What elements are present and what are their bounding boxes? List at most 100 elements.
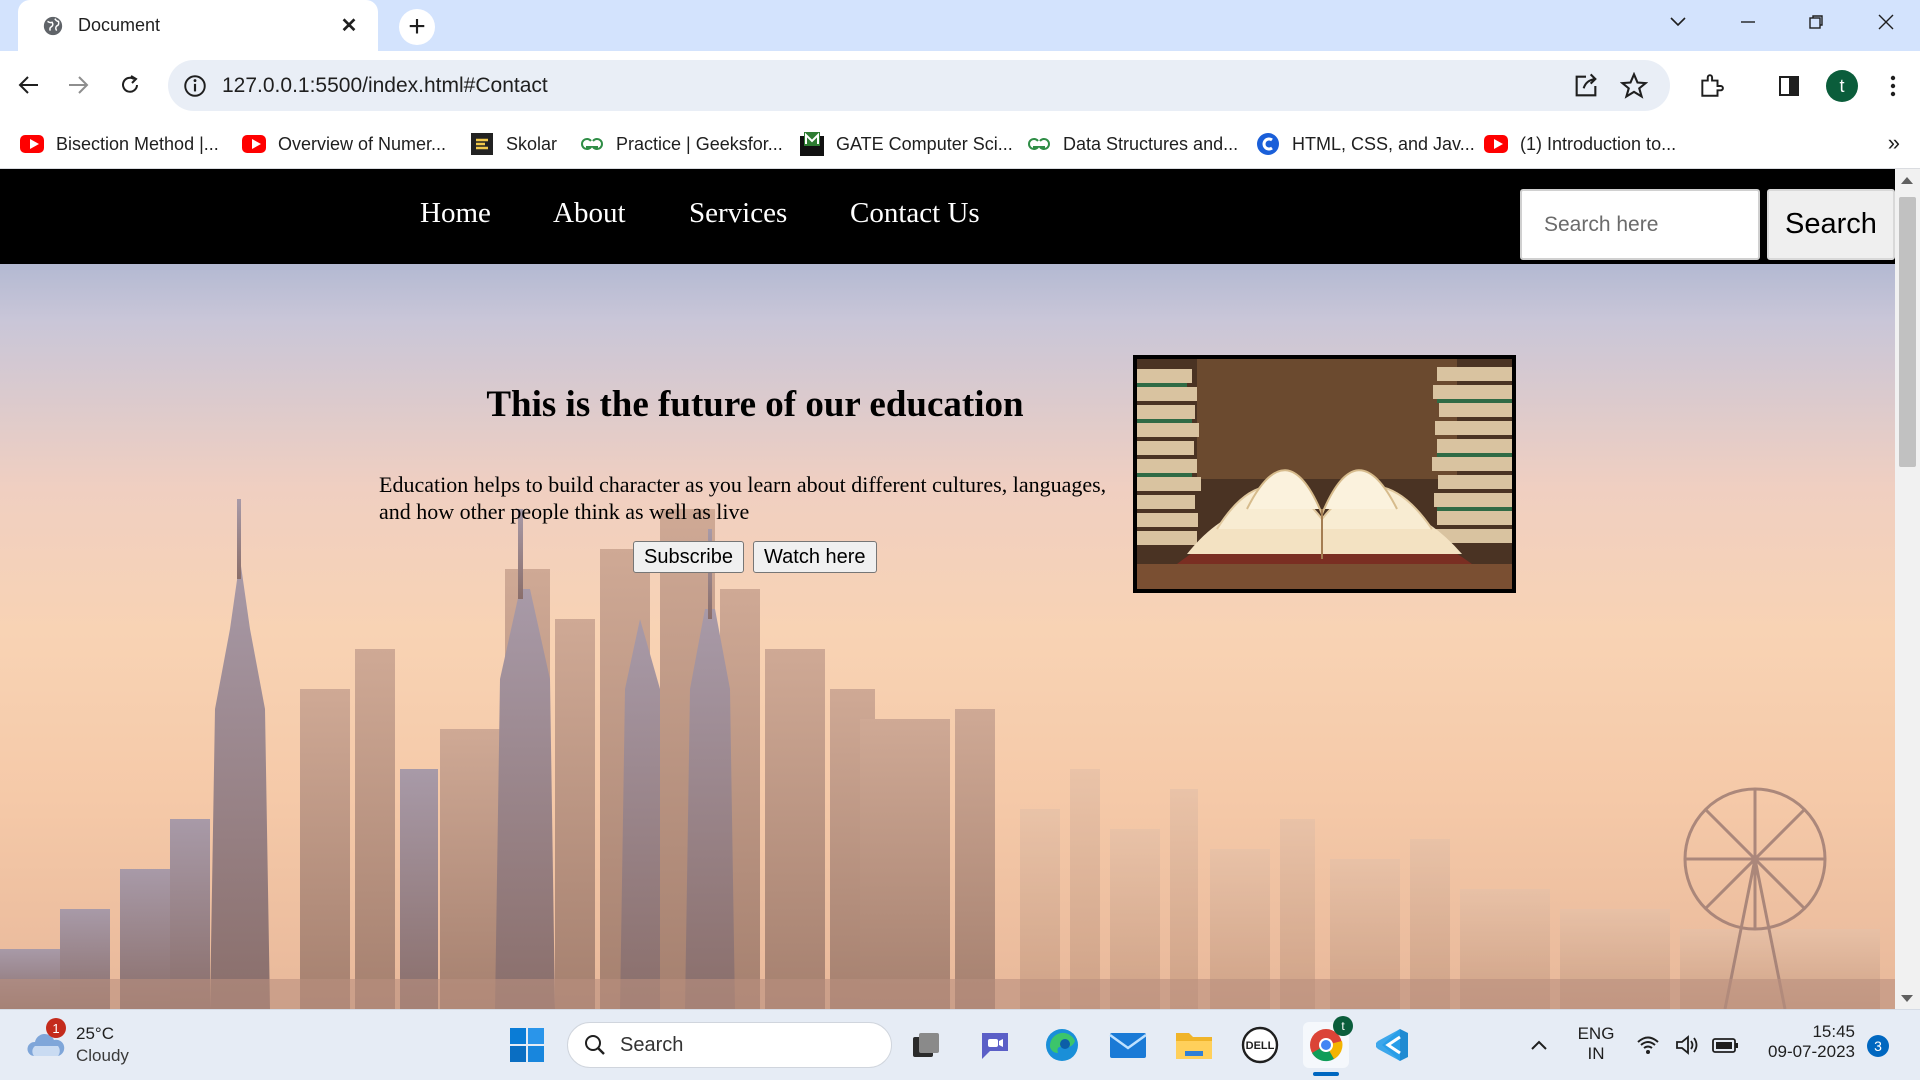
bookmark-item[interactable]: HTML, CSS, and Jav...: [1256, 130, 1475, 158]
close-window-icon[interactable]: [1856, 0, 1916, 44]
bookmark-label: GATE Computer Sci...: [836, 133, 1013, 154]
active-app-indicator: [1313, 1072, 1339, 1076]
language-indicator[interactable]: ENG IN: [1572, 1024, 1620, 1064]
c-icon: [1256, 133, 1280, 155]
close-tab-icon[interactable]: ✕: [336, 13, 362, 38]
bookmark-item[interactable]: Data Structures and...: [1027, 130, 1238, 158]
temperature-text: 25°C: [76, 1024, 114, 1043]
new-tab-button[interactable]: +: [399, 9, 435, 45]
youtube-icon: [20, 133, 44, 155]
books-image: [1133, 355, 1516, 593]
geeksforgeeks-icon: [580, 133, 604, 155]
vscode-icon[interactable]: [1369, 1022, 1415, 1068]
show-hidden-icons-icon[interactable]: [1516, 1022, 1562, 1068]
region-text: IN: [1587, 1044, 1605, 1063]
site-search-input[interactable]: [1520, 189, 1760, 260]
windows-taskbar: 1 25°C Cloudy Search DELL t ENG IN 15:45…: [0, 1009, 1920, 1080]
time-text: 15:45: [1812, 1022, 1855, 1041]
hero-headline: This is the future of our education: [486, 384, 1024, 425]
bookmark-item[interactable]: Skolar: [470, 130, 557, 158]
scroll-up-icon[interactable]: [1901, 177, 1913, 184]
battery-icon[interactable]: [1708, 1022, 1744, 1068]
weather-widget[interactable]: 1 25°C Cloudy: [26, 1018, 176, 1068]
back-icon[interactable]: [9, 65, 49, 105]
mail-icon[interactable]: [1105, 1022, 1151, 1068]
weather-condition-text: Cloudy: [76, 1046, 129, 1065]
nav-services-link[interactable]: Services: [689, 197, 787, 230]
bookmark-item[interactable]: Overview of Numer...: [242, 130, 446, 158]
language-text: ENG: [1577, 1024, 1615, 1043]
file-explorer-icon[interactable]: [1171, 1022, 1217, 1068]
site-search-button[interactable]: Search: [1767, 189, 1895, 260]
tab-search-icon[interactable]: [1648, 0, 1708, 44]
youtube-icon: [1484, 133, 1508, 155]
bookmark-label: Overview of Numer...: [278, 133, 447, 154]
bookmark-label: Skolar: [506, 133, 558, 154]
page-viewport: Home About Services Contact Us Search Th…: [0, 169, 1920, 1009]
bookmark-label: Bisection Method |...: [56, 133, 219, 154]
scroll-thumb[interactable]: [1899, 197, 1916, 467]
bookmark-item[interactable]: Bisection Method |...: [20, 130, 219, 158]
nav-home-link[interactable]: Home: [420, 197, 491, 230]
nav-contact-link[interactable]: Contact Us: [850, 197, 980, 230]
bookmark-item[interactable]: GATE Computer Sci...: [800, 130, 1013, 158]
gate-icon: [800, 132, 824, 156]
taskbar-search[interactable]: Search: [567, 1022, 892, 1068]
search-icon: [585, 1035, 605, 1055]
forward-icon[interactable]: [58, 65, 98, 105]
page-scrollbar[interactable]: [1895, 169, 1920, 1009]
share-icon[interactable]: [1572, 72, 1600, 100]
tab-strip: Document ✕ +: [0, 0, 1920, 51]
site-navbar: Home About Services Contact Us Search: [0, 169, 1895, 264]
subscribe-button[interactable]: Subscribe: [633, 541, 744, 573]
scroll-down-icon[interactable]: [1901, 995, 1913, 1002]
address-bar[interactable]: 127.0.0.1:5500/index.html#Contact: [168, 60, 1670, 111]
bookmark-item[interactable]: Practice | Geeksfor...: [580, 130, 783, 158]
hero-paragraph: Education helps to build character as yo…: [379, 472, 1107, 524]
windows-icon: [510, 1028, 544, 1062]
dell-icon[interactable]: DELL: [1237, 1022, 1283, 1068]
tab-title: Document: [78, 15, 161, 35]
start-button[interactable]: [504, 1022, 550, 1068]
teams-chat-icon[interactable]: [972, 1022, 1018, 1068]
bookmark-label: Practice | Geeksfor...: [616, 133, 783, 154]
open-book-illustration: [1137, 359, 1512, 589]
side-panel-icon[interactable]: [1772, 69, 1806, 103]
hero-background: Home About Services Contact Us Search Th…: [0, 169, 1895, 1009]
bookmarks-bar: Bisection Method |... Overview of Numer.…: [0, 118, 1920, 169]
profile-avatar[interactable]: t: [1826, 70, 1858, 102]
extensions-icon[interactable]: [1694, 69, 1728, 103]
tab-document[interactable]: Document ✕: [18, 0, 378, 51]
globe-icon: [43, 16, 63, 35]
youtube-icon: [242, 133, 266, 155]
restore-icon[interactable]: [1786, 0, 1846, 44]
bookmark-label: HTML, CSS, and Jav...: [1292, 133, 1475, 154]
reload-icon[interactable]: [110, 65, 150, 105]
task-view-icon[interactable]: [903, 1022, 949, 1068]
chrome-taskbar-icon[interactable]: t: [1303, 1016, 1353, 1068]
taskbar-search-label: Search: [620, 1033, 684, 1056]
browser-toolbar: 127.0.0.1:5500/index.html#Contact: [0, 51, 1920, 118]
site-info-icon[interactable]: [182, 73, 208, 99]
more-bookmarks-icon[interactable]: »: [1888, 130, 1900, 156]
bookmark-star-icon[interactable]: [1620, 72, 1648, 100]
bookmark-item[interactable]: (1) Introduction to...: [1484, 130, 1676, 158]
notification-badge[interactable]: 3: [1867, 1035, 1889, 1057]
volume-icon[interactable]: [1670, 1022, 1706, 1068]
minimize-icon[interactable]: [1718, 0, 1778, 44]
nav-about-link[interactable]: About: [553, 197, 626, 230]
chrome-profile-badge: t: [1333, 1016, 1353, 1036]
weather-badge: 1: [46, 1018, 66, 1038]
edge-icon[interactable]: [1039, 1022, 1085, 1068]
menu-kebab-icon[interactable]: [1876, 69, 1910, 103]
geeksforgeeks-icon: [1027, 133, 1051, 155]
url-text[interactable]: 127.0.0.1:5500/index.html#Contact: [222, 74, 1670, 98]
bookmark-label: (1) Introduction to...: [1520, 133, 1677, 154]
bookmark-label: Data Structures and...: [1063, 133, 1239, 154]
wifi-icon[interactable]: [1630, 1022, 1666, 1068]
watch-here-button[interactable]: Watch here: [753, 541, 877, 573]
svg-text:DELL: DELL: [1246, 1040, 1275, 1052]
clock[interactable]: 15:45 09-07-2023: [1755, 1022, 1855, 1062]
date-text: 09-07-2023: [1768, 1042, 1855, 1061]
skolar-icon: [470, 133, 494, 155]
